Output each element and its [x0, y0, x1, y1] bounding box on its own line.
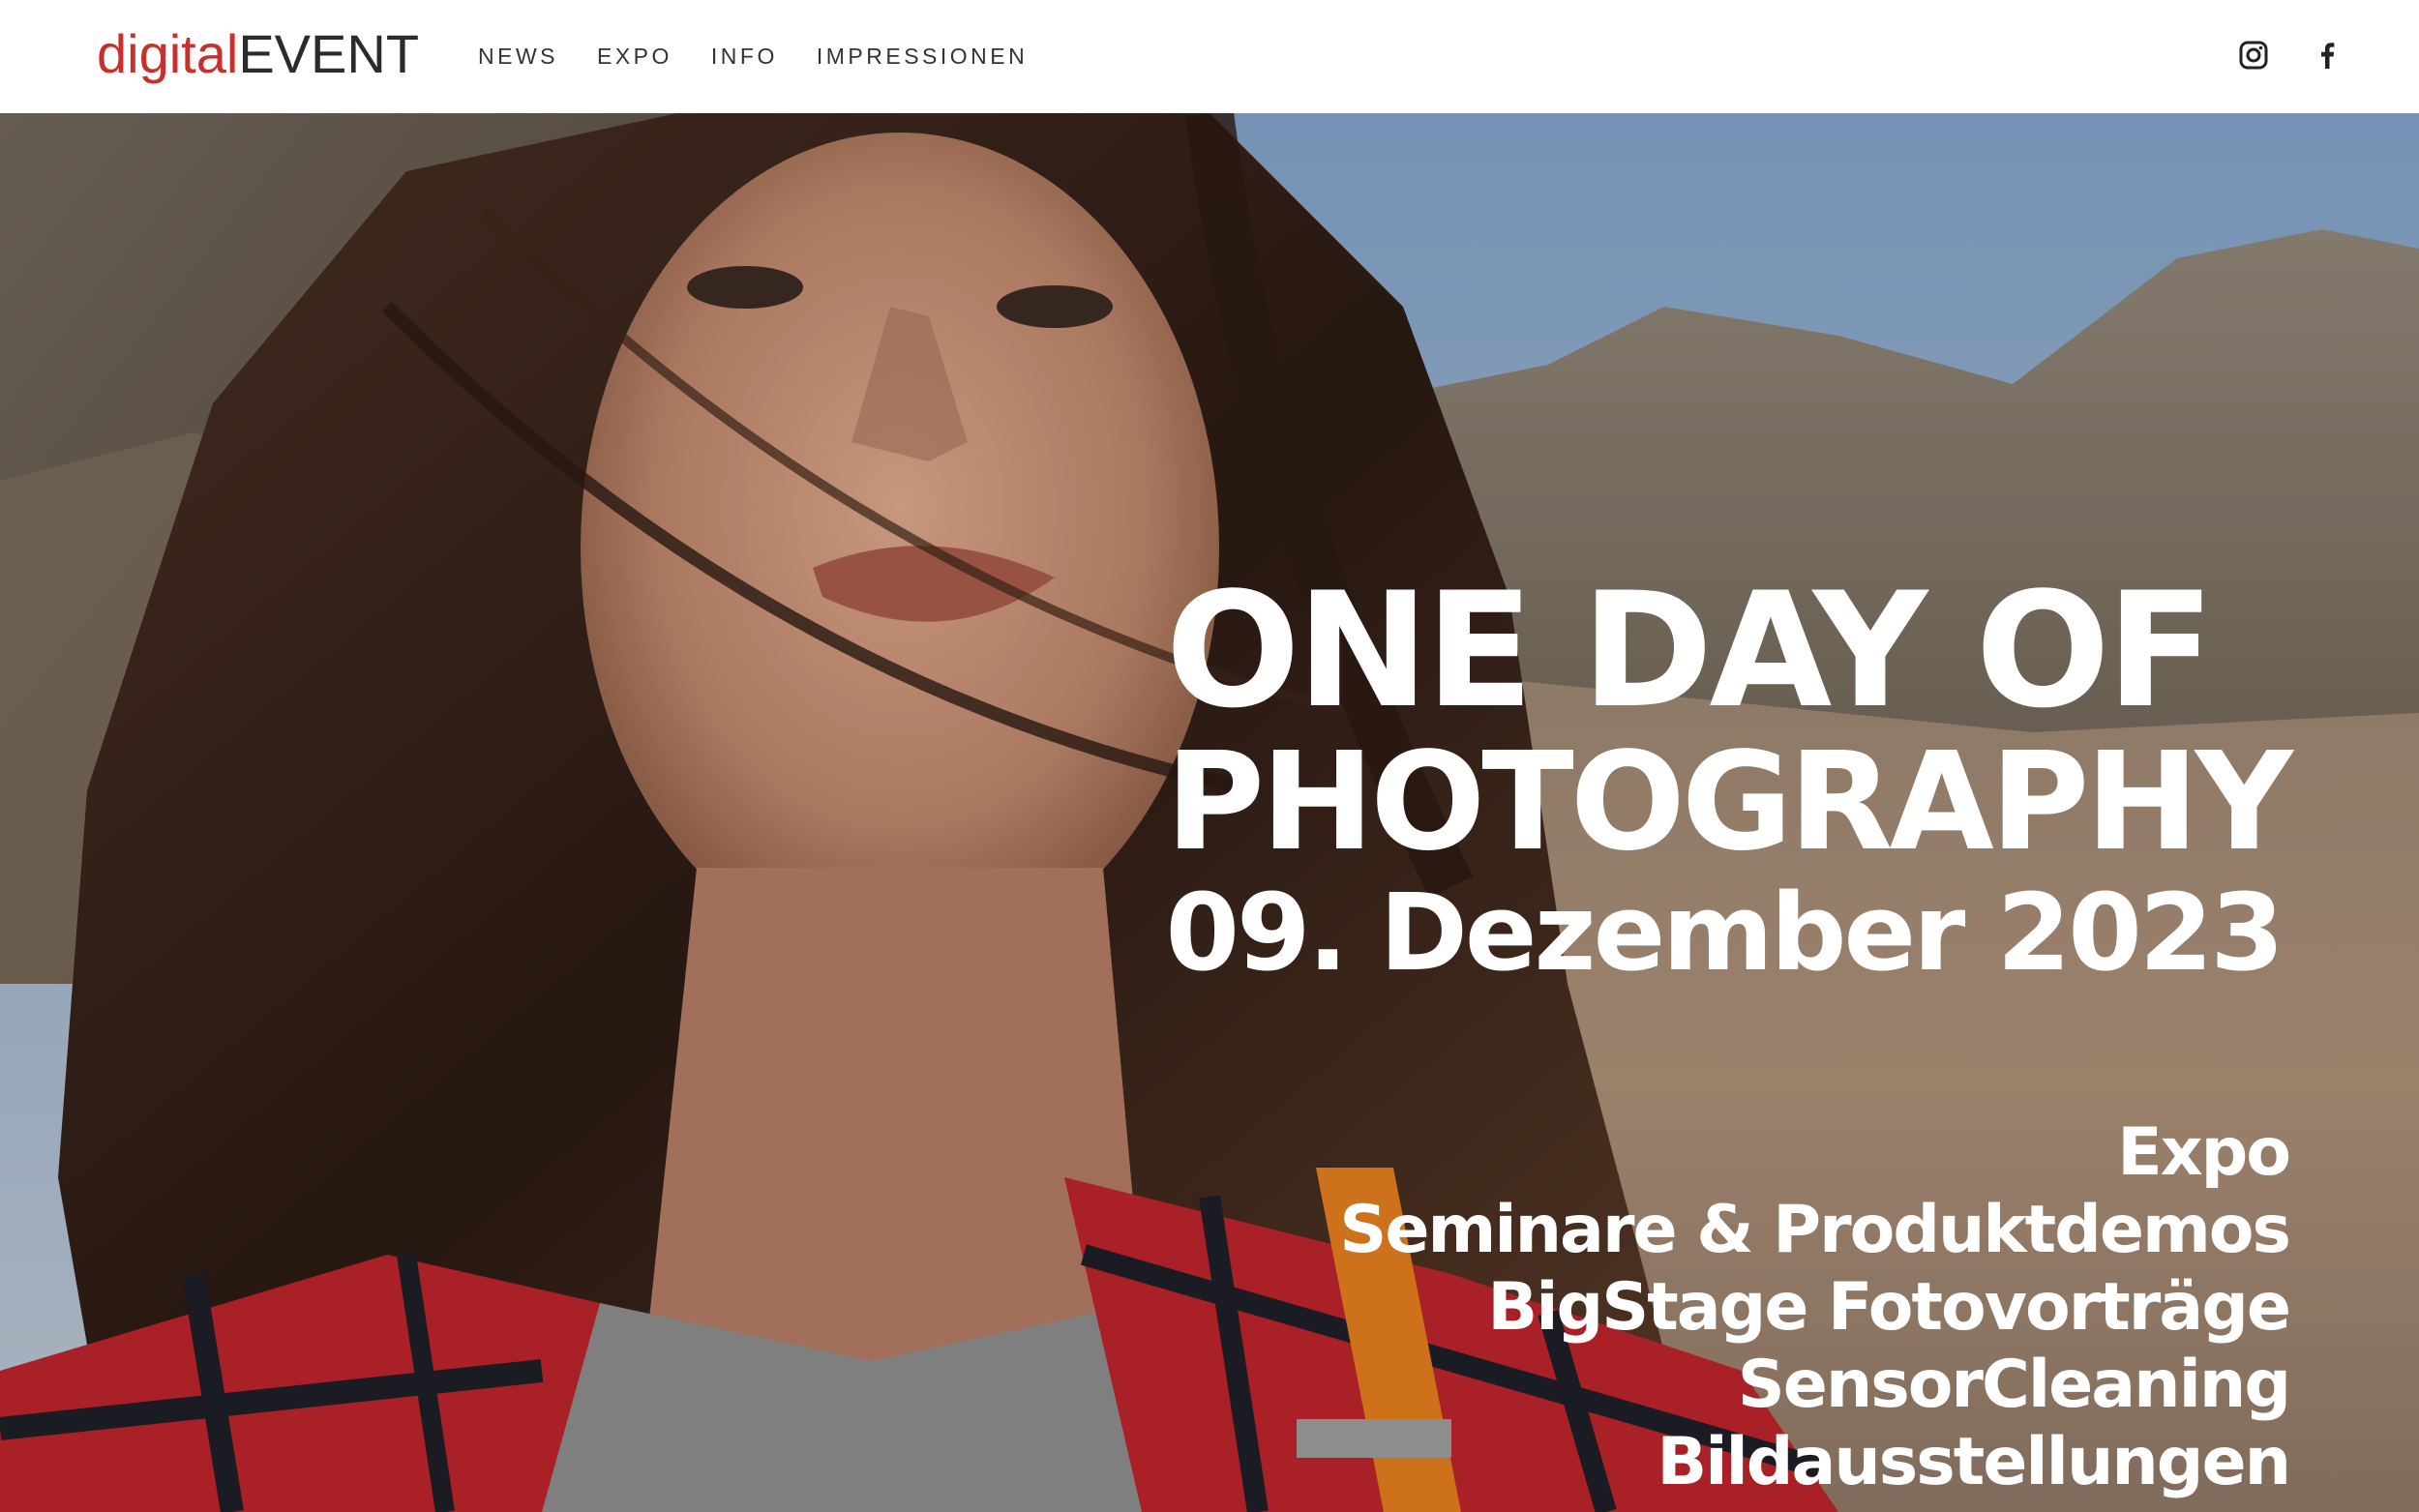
- headline-line-1: ONE DAY OF: [1165, 558, 2214, 743]
- nav-item-news[interactable]: NEWS: [478, 39, 558, 74]
- instagram-link[interactable]: [2237, 39, 2270, 72]
- feature-sensorcleaning: SensorCleaning: [1737, 1347, 2291, 1423]
- event-date: 09. Dezember 2023: [1165, 871, 2284, 994]
- feature-bildausstellungen: Bildausstellungen: [1657, 1424, 2291, 1500]
- site-header: digitalEVENT NEWS EXPO INFO IMPRESSIONEN: [0, 0, 2419, 113]
- hero-section: ONE DAY OF PHOTOGRAPHY 09. Dezember 2023…: [0, 113, 2419, 1512]
- page: digitalEVENT NEWS EXPO INFO IMPRESSIONEN: [0, 0, 2419, 1512]
- site-logo[interactable]: digitalEVENT: [97, 21, 419, 87]
- social-links: [2237, 39, 2344, 72]
- feature-bigstage: BigStage Fotovorträge: [1487, 1269, 2291, 1346]
- feature-list: Expo Seminare & Produktdemos BigStage Fo…: [1339, 1114, 2291, 1501]
- logo-part-digital: digital: [97, 23, 239, 84]
- nav-item-info[interactable]: INFO: [711, 39, 778, 74]
- feature-seminare: Seminare & Produktdemos: [1339, 1192, 2291, 1268]
- nav-item-expo[interactable]: EXPO: [597, 39, 672, 74]
- headline-line-2: PHOTOGRAPHY: [1165, 724, 2293, 881]
- facebook-link[interactable]: [2311, 39, 2344, 72]
- main-nav: NEWS EXPO INFO IMPRESSIONEN: [478, 39, 1066, 74]
- feature-expo: Expo: [2117, 1114, 2291, 1191]
- logo-part-event: EVENT: [238, 23, 420, 84]
- hero-headline: ONE DAY OF PHOTOGRAPHY 09. Dezember 2023: [1165, 558, 2293, 994]
- instagram-icon: [2239, 41, 2268, 70]
- facebook-icon: [2321, 43, 2335, 69]
- nav-item-impressionen[interactable]: IMPRESSIONEN: [817, 39, 1028, 74]
